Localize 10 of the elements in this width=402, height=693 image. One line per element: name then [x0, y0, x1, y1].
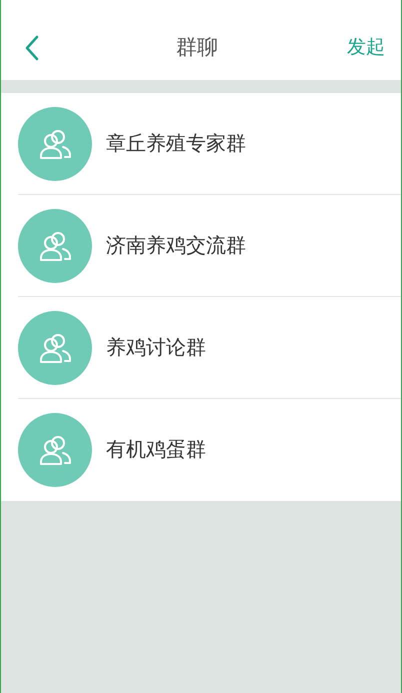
group-item[interactable]: 章丘养殖专家群	[18, 93, 401, 195]
page-title: 群聊	[176, 35, 218, 62]
back-icon	[24, 35, 40, 61]
group-name: 济南养鸡交流群	[106, 234, 246, 258]
group-item[interactable]: 济南养鸡交流群	[18, 195, 401, 297]
group-name: 有机鸡蛋群	[106, 438, 206, 463]
group-name: 养鸡讨论群	[106, 336, 206, 360]
group-name: 章丘养殖专家群	[106, 132, 246, 156]
group-item[interactable]: 有机鸡蛋群	[18, 399, 401, 501]
group-item[interactable]: 养鸡讨论群	[18, 297, 401, 399]
